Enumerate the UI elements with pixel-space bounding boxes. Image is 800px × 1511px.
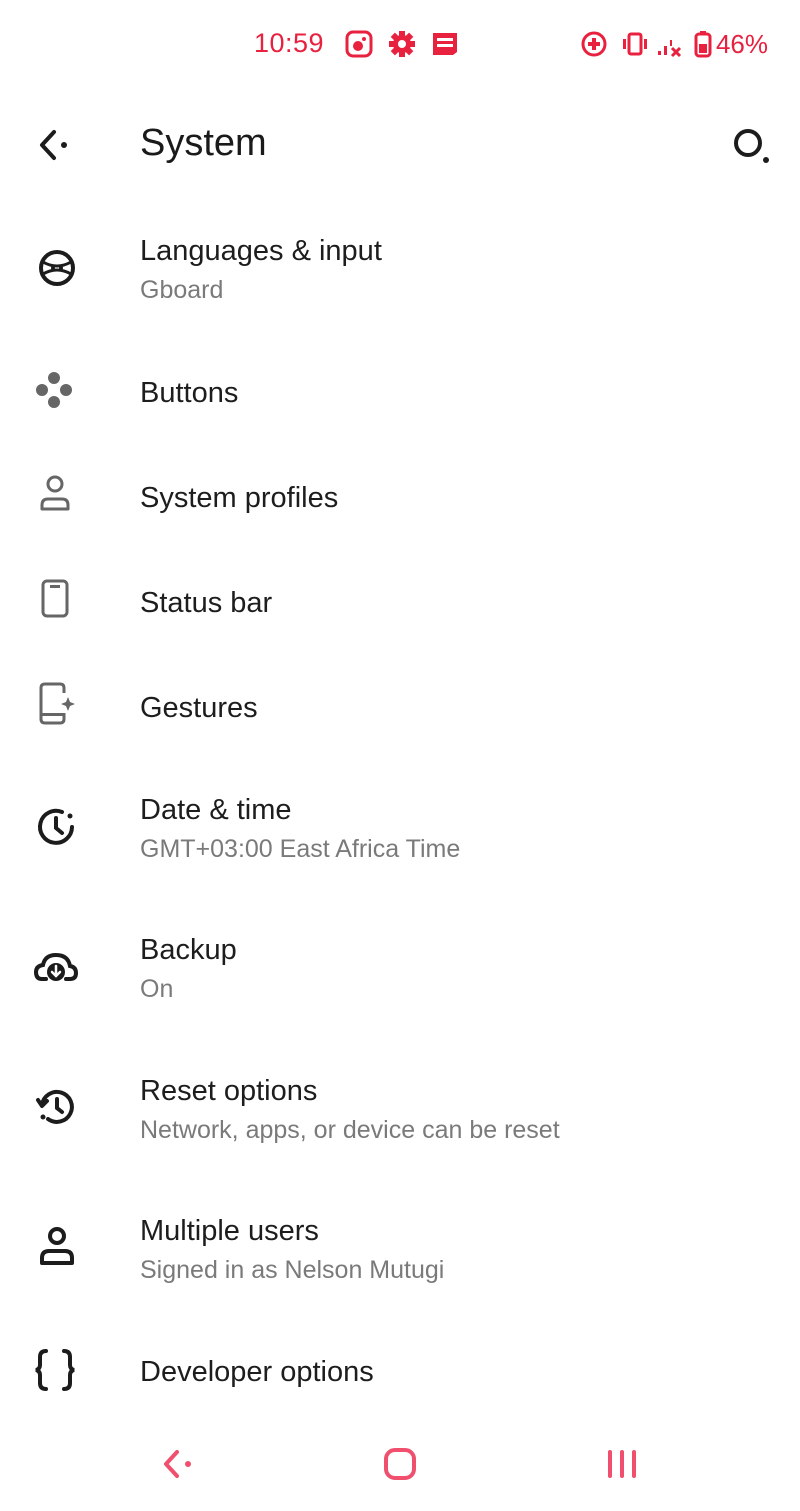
setting-item-reset[interactable]: Reset options Network, apps, or device c… <box>0 1055 800 1165</box>
setting-item-developer[interactable]: Developer options <box>0 1335 800 1415</box>
setting-item-backup[interactable]: Backup On <box>0 915 800 1025</box>
nav-home-icon <box>370 1448 430 1498</box>
setting-title: System profiles <box>140 482 339 514</box>
data-saver-icon <box>580 30 608 63</box>
setting-item-system-profiles[interactable]: System profiles <box>0 455 800 540</box>
nav-recents-icon <box>592 1450 652 1498</box>
person-outline-icon <box>28 469 84 525</box>
setting-item-status-bar[interactable]: Status bar <box>0 560 800 645</box>
search-icon <box>726 129 776 172</box>
nav-home-button[interactable] <box>370 1434 430 1494</box>
battery-icon <box>694 30 712 63</box>
nav-back-button[interactable] <box>150 1434 210 1494</box>
setting-summary: Network, apps, or device can be reset <box>140 1116 560 1144</box>
back-arrow-icon <box>30 130 80 172</box>
setting-title: Buttons <box>140 377 239 409</box>
back-button[interactable] <box>30 122 80 168</box>
status-bar: 10:59 46% <box>0 0 800 90</box>
setting-title: Languages & input <box>140 235 382 267</box>
phone-sparkle-icon <box>28 679 84 735</box>
phone-outline-icon <box>28 574 84 630</box>
setting-title: Gestures <box>140 692 258 724</box>
setting-item-languages[interactable]: Languages & input Gboard <box>0 215 800 325</box>
news-icon <box>431 30 459 63</box>
setting-summary: On <box>140 975 174 1003</box>
setting-title: Multiple users <box>140 1215 319 1247</box>
setting-item-multiple-users[interactable]: Multiple users Signed in as Nelson Mutug… <box>0 1195 800 1305</box>
no-signal-icon <box>656 30 684 63</box>
navigation-bar <box>0 1416 800 1511</box>
clock-icon <box>28 799 84 855</box>
code-braces-icon <box>28 1343 84 1399</box>
nav-recents-button[interactable] <box>592 1434 652 1494</box>
gallery-icon <box>345 30 373 63</box>
setting-summary: Gboard <box>140 276 224 304</box>
setting-title: Date & time <box>140 794 292 826</box>
setting-summary: Signed in as Nelson Mutugi <box>140 1256 445 1284</box>
gamepad-buttons-icon <box>28 364 84 420</box>
cloud-backup-icon <box>28 939 84 995</box>
vibrate-icon <box>621 30 649 63</box>
history-reset-icon <box>28 1079 84 1135</box>
settings-gear-icon <box>388 30 416 63</box>
search-button[interactable] <box>726 122 776 168</box>
setting-summary: GMT+03:00 East Africa Time <box>140 835 461 863</box>
app-bar: System <box>0 100 800 190</box>
language-globe-icon <box>28 240 84 296</box>
setting-title: Status bar <box>140 587 273 619</box>
setting-item-buttons[interactable]: Buttons <box>0 350 800 435</box>
user-icon <box>28 1219 84 1275</box>
setting-title: Reset options <box>140 1075 318 1107</box>
status-time: 10:59 <box>254 28 325 58</box>
setting-item-gestures[interactable]: Gestures <box>0 665 800 750</box>
page-title: System <box>140 122 267 164</box>
setting-title: Developer options <box>140 1356 374 1388</box>
battery-percent: 46% <box>715 29 768 59</box>
setting-item-date-time[interactable]: Date & time GMT+03:00 East Africa Time <box>0 775 800 885</box>
nav-back-icon <box>150 1450 210 1498</box>
setting-title: Backup <box>140 934 237 966</box>
